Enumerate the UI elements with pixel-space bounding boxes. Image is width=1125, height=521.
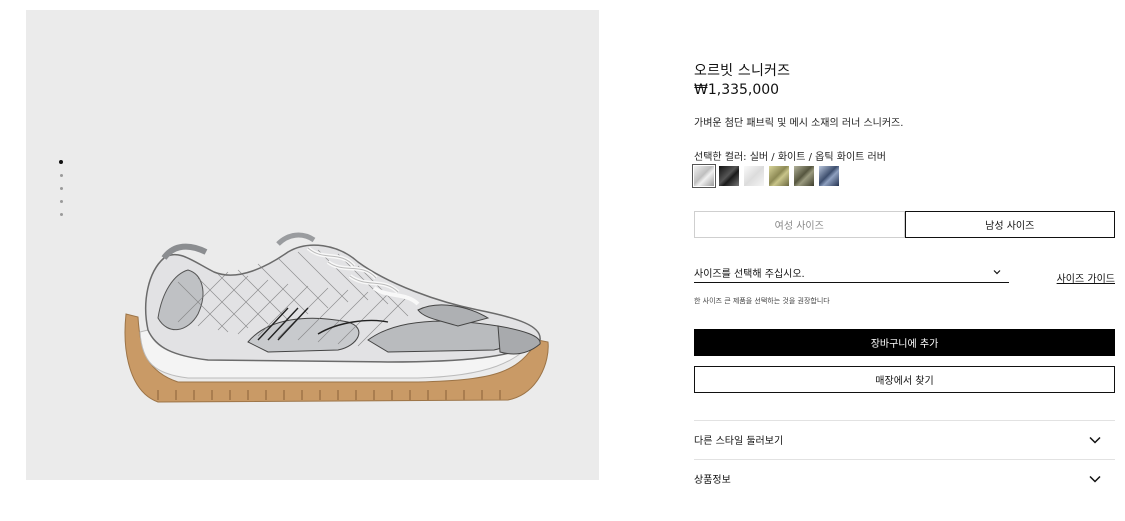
product-title: 오르빗 스니커즈 [694,63,791,79]
gallery-dot[interactable] [60,213,63,216]
selected-color-label: 선택한 컬러: 실버 / 화이트 / 옵틱 화이트 러버 [694,152,886,163]
product-description: 가벼운 첨단 패브릭 및 메시 소재의 러너 스니커즈. [694,118,904,129]
accordion-other-styles-label: 다른 스타일 둘러보기 [694,436,784,447]
color-swatch-black[interactable] [719,166,739,186]
color-swatch-silver-white[interactable] [692,164,716,188]
chevron-down-icon [1089,475,1101,483]
color-swatch-camo-green[interactable] [794,166,814,186]
color-swatch-olive-yellow[interactable] [769,166,789,186]
size-type-tabs: 여성 사이즈 남성 사이즈 [694,211,1115,238]
tab-men-size[interactable]: 남성 사이즈 [904,211,1115,238]
find-in-store-button[interactable]: 매장에서 찾기 [694,366,1115,393]
add-to-cart-button[interactable]: 장바구니에 추가 [694,329,1115,356]
gallery-pagination [59,160,65,226]
size-select-placeholder: 사이즈를 선택해 주십시오. [694,268,805,280]
chevron-down-icon [1089,436,1101,444]
size-guide-link[interactable]: 사이즈 가이드 [1057,270,1115,285]
gallery-dot[interactable] [60,187,63,190]
color-swatch-white[interactable] [744,166,764,186]
size-select-dropdown[interactable]: 사이즈를 선택해 주십시오. [694,262,1009,283]
gallery-dot[interactable] [60,174,63,177]
accordion-product-info[interactable]: 상품정보 [694,459,1115,497]
sneaker-product-image [124,232,549,403]
gallery-dot[interactable] [59,160,63,164]
chevron-down-icon [993,270,1001,275]
product-image-gallery [26,10,599,480]
product-info-panel: 오르빗 스니커즈 ₩1,335,000 가벼운 첨단 패브릭 및 메시 소재의 … [692,0,1115,521]
size-hint-text: 한 사이즈 큰 제품을 선택하는 것을 권장합니다 [694,297,830,305]
product-price: ₩1,335,000 [694,82,780,98]
tab-women-size[interactable]: 여성 사이즈 [694,211,905,238]
color-swatch-navy-blue[interactable] [819,166,839,186]
accordion-product-info-label: 상품정보 [694,475,731,486]
gallery-dot[interactable] [60,200,63,203]
color-swatches [692,164,839,188]
accordion-other-styles[interactable]: 다른 스타일 둘러보기 [694,420,1115,458]
